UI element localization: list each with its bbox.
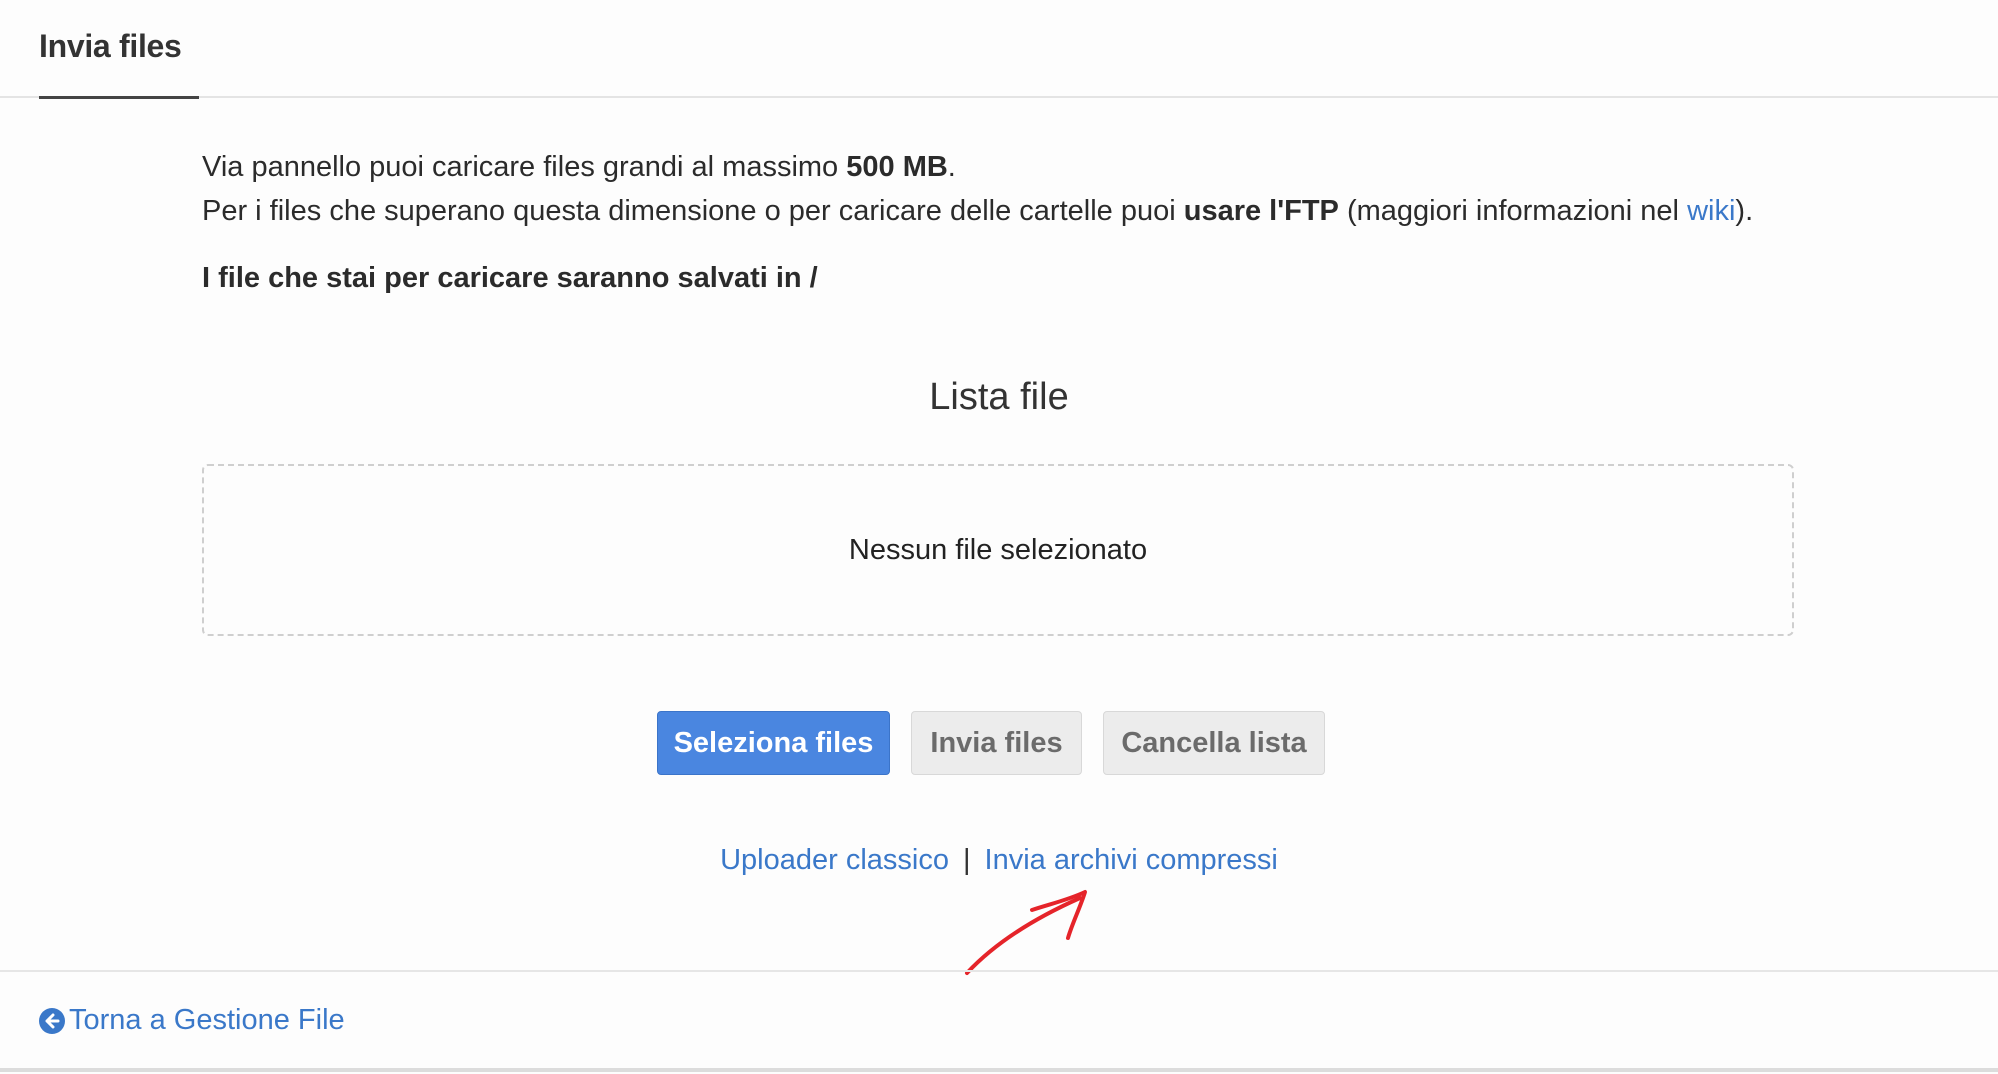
arrow-circle-left-icon	[39, 1007, 65, 1034]
send-files-button[interactable]: Invia files	[911, 711, 1082, 775]
action-buttons: Seleziona files Invia files Cancella lis…	[0, 711, 1998, 775]
size-limit-text: Via pannello puoi caricare files grandi …	[202, 151, 847, 183]
size-limit-period: .	[947, 151, 956, 183]
upload-info: Via pannello puoi caricare files grandi …	[202, 145, 1753, 233]
ftp-info-bold: usare l'FTP	[1183, 195, 1339, 227]
empty-list-text: Nessun file selezionato	[848, 533, 1148, 566]
ftp-info-mid: (maggiori informazioni nel	[1338, 195, 1688, 227]
destination-note: I file che stai per caricare saranno sal…	[202, 262, 818, 294]
size-limit-line: Via pannello puoi caricare files grandi …	[202, 145, 1753, 189]
select-files-button[interactable]: Seleziona files	[657, 711, 890, 775]
annotation-arrow-icon	[965, 890, 1087, 975]
tab-header: Invia files	[0, 0, 1998, 99]
tab-invia-files[interactable]: Invia files	[39, 28, 182, 65]
file-dropzone[interactable]: Nessun file selezionato	[202, 464, 1794, 636]
footer-divider	[0, 1068, 1998, 1072]
ftp-info-close: ).	[1735, 195, 1754, 227]
back-link-label: Torna a Gestione File	[69, 1004, 345, 1036]
ftp-info-text: Per i files che superano questa dimensio…	[202, 195, 1184, 227]
active-tab-indicator	[39, 96, 199, 99]
classic-uploader-link[interactable]: Uploader classico	[720, 844, 949, 876]
size-limit-value: 500 MB	[846, 151, 948, 183]
clear-list-button[interactable]: Cancella lista	[1103, 711, 1325, 775]
wiki-link[interactable]: wiki	[1687, 195, 1735, 227]
back-to-file-manager-link[interactable]: Torna a Gestione File	[39, 1004, 345, 1037]
file-list-title: Lista file	[929, 376, 1069, 418]
ftp-info-line: Per i files che superano questa dimensio…	[202, 189, 1753, 233]
